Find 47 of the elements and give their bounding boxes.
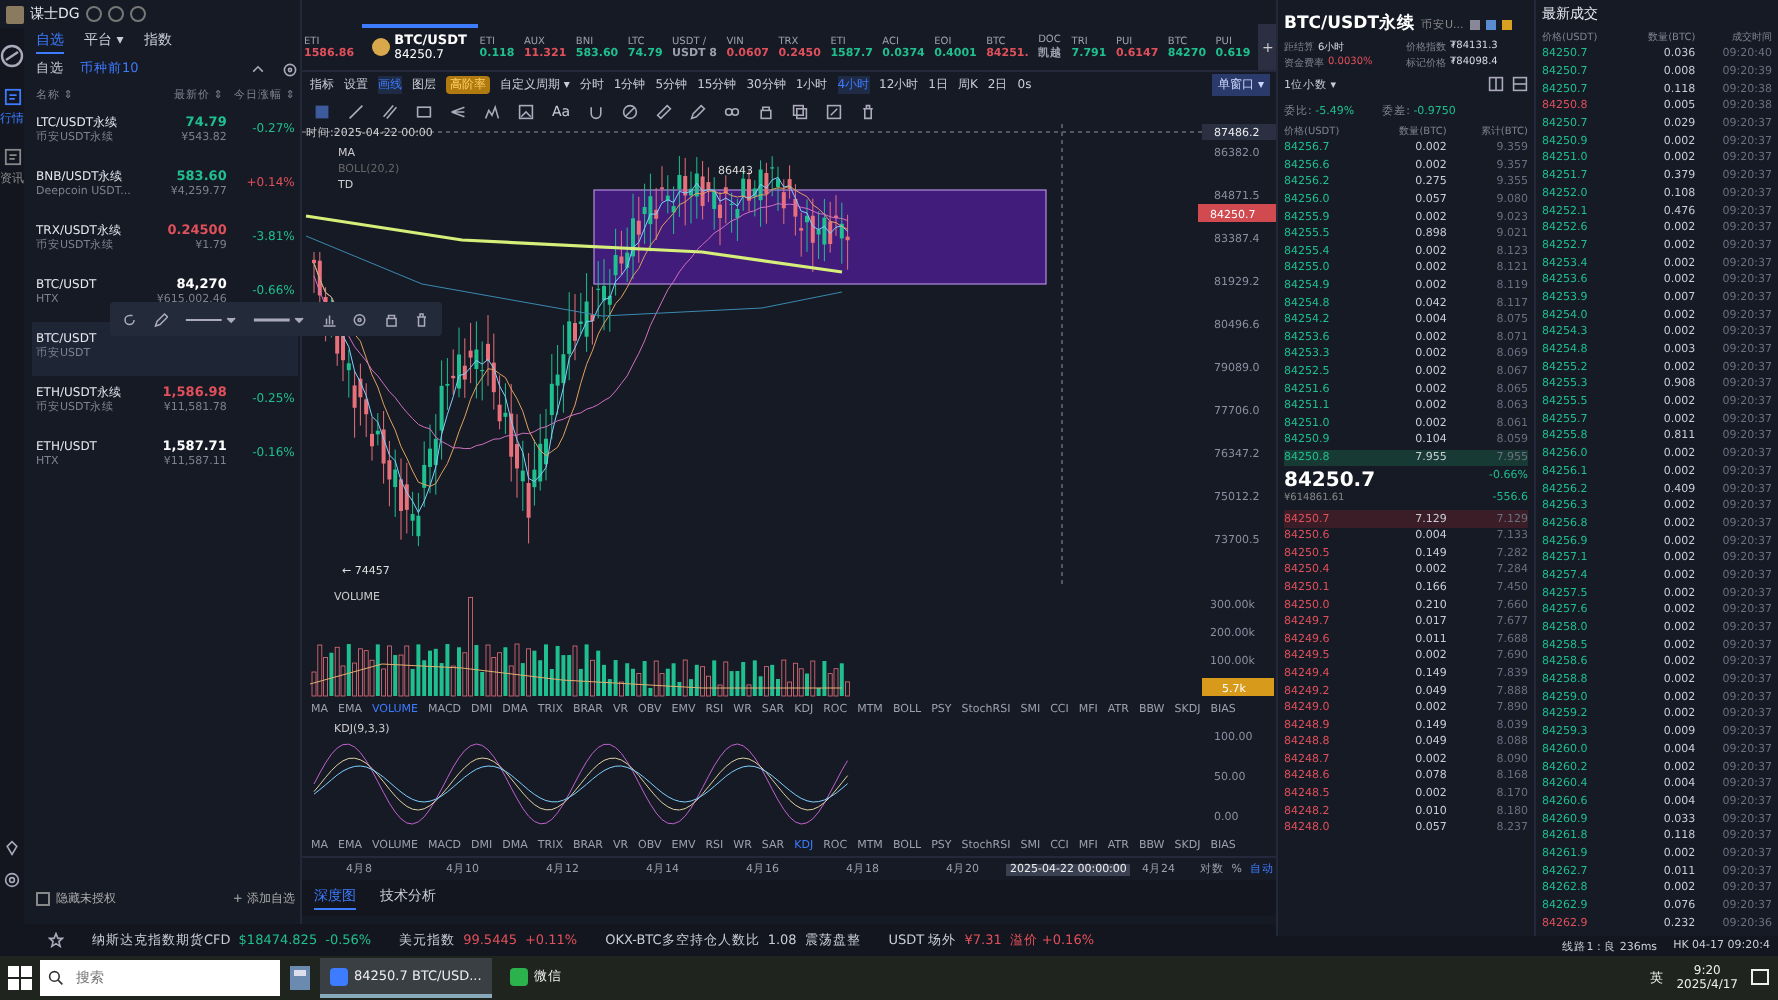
volume-value-tag <box>1202 678 1274 696</box>
lock-icon[interactable] <box>758 103 775 119</box>
circle-icon[interactable] <box>107 6 124 22</box>
layout-icon[interactable] <box>1488 76 1504 92</box>
image-tool-icon[interactable] <box>518 103 534 119</box>
layout-icon[interactable] <box>1512 76 1528 92</box>
pen-icon[interactable] <box>690 103 707 119</box>
line-tool-icon[interactable] <box>348 103 364 119</box>
pattern-tool-icon[interactable] <box>484 103 500 119</box>
square-icon[interactable] <box>1469 19 1480 29</box>
trash-icon[interactable] <box>860 103 877 119</box>
collapse-icon[interactable] <box>250 61 267 77</box>
parallel-line-icon[interactable] <box>382 103 398 119</box>
refresh-icon[interactable] <box>122 311 138 327</box>
settings-icon[interactable] <box>282 61 299 77</box>
last-price-tag <box>1198 204 1278 222</box>
diamond-icon[interactable] <box>4 840 20 856</box>
contract-title: BTC/USDT永续 <box>1284 12 1415 36</box>
trash-icon[interactable] <box>414 311 430 327</box>
mid-price: 84250.7 <box>1284 470 1378 493</box>
edit-icon[interactable] <box>826 103 843 119</box>
ruler-icon[interactable] <box>656 103 673 119</box>
circle-icon[interactable] <box>85 6 102 22</box>
settings-icon[interactable] <box>352 311 368 327</box>
link-icon[interactable] <box>724 103 741 119</box>
square-icon[interactable] <box>1501 19 1512 29</box>
hide-icon[interactable] <box>622 103 639 119</box>
windows-start-icon[interactable] <box>8 966 32 990</box>
pen-icon[interactable] <box>153 311 169 327</box>
rectangle-tool-icon[interactable] <box>416 103 432 119</box>
circle-icon[interactable] <box>129 6 146 22</box>
settings-icon[interactable] <box>4 872 20 888</box>
layers-icon[interactable] <box>792 103 809 119</box>
star-icon[interactable] <box>48 932 64 948</box>
search-icon <box>48 970 64 986</box>
notification-icon[interactable] <box>1750 968 1770 988</box>
square-icon[interactable] <box>1485 19 1496 29</box>
logo-icon[interactable] <box>0 44 24 68</box>
lock-icon[interactable] <box>383 311 399 327</box>
calculator-icon[interactable] <box>288 964 312 992</box>
document-icon <box>3 148 21 166</box>
magnet-icon[interactable] <box>588 103 605 119</box>
chart-tool-icon[interactable] <box>321 311 337 327</box>
avatar[interactable] <box>6 5 24 23</box>
trend-line[interactable] <box>305 214 843 274</box>
fork-tool-icon[interactable] <box>450 103 466 119</box>
document-icon <box>3 88 21 106</box>
